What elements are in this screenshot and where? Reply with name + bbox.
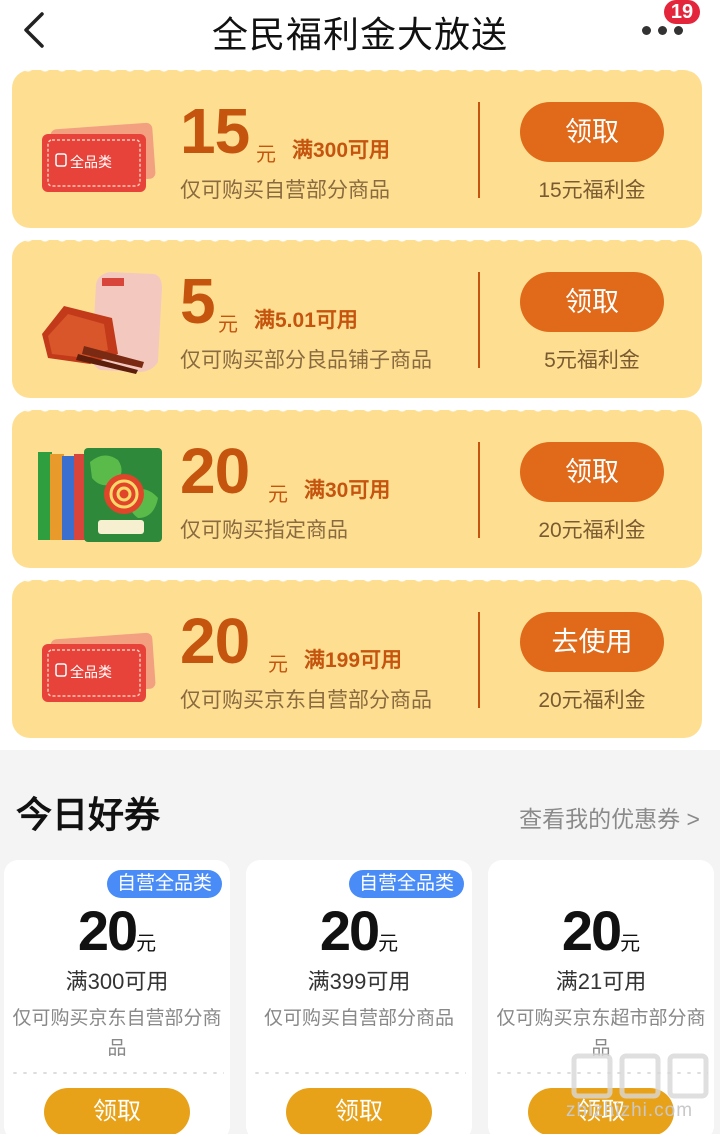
ticket-label: 全品类 [70,664,112,681]
coupon-value-label: 5元福利金 [544,349,640,372]
view-my-coupons-link[interactable]: 查看我的优惠券 > [519,800,700,834]
section-title: 今日好券 [16,794,161,835]
card-divider [478,612,480,708]
coupon-unit: 元 [268,654,288,676]
coupon-value-label: 20元福利金 [538,689,646,712]
coupon-condition: 满5.01可用 [254,309,358,332]
coupon-amount: 20 [180,605,250,677]
coupon-card: 全品类 20 元 满199可用 仅可购买京东自营部分商品 去使用 20元福利金 [12,580,702,738]
coupon-condition: 满199可用 [304,649,403,672]
dotted-divider [252,1072,466,1074]
category-ticket-image: 全品类 [42,632,156,702]
coupon-unit: 元 [256,144,276,166]
page-title: 全民福利金大放送 [211,14,508,55]
coupon-condition: 满300可用 [292,139,391,162]
coupon-condition: 满21可用 [555,969,647,994]
coupon-description: 仅可购买自营部分商品 [263,1008,454,1029]
coupon-value-label: 15元福利金 [538,179,646,202]
coupon-card: 全品类 15 元 满300可用 仅可购买自营部分商品 领取 15元福利金 [12,70,702,228]
use-button[interactable]: 去使用 [520,612,664,672]
coupon-value: 20元 [246,898,472,963]
category-ticket-image: 全品类 [42,122,156,192]
claim-button[interactable]: 领取 [44,1088,190,1134]
coupon-description: 仅可购买指定商品 [180,519,348,542]
top-nav-bar: 全民福利金大放送 19 [0,0,720,72]
coupon-amount: 20 [561,899,622,962]
welfare-coupon-list: 全品类 15 元 满300可用 仅可购买自营部分商品 领取 15元福利金 5 元… [0,70,720,750]
claim-button[interactable]: 领取 [520,102,664,162]
coupon-unit: 元 [268,484,288,506]
coupon-value: 20元 [488,898,714,963]
coupon-description: 仅可购买自营部分商品 [180,179,390,202]
notification-badge: 19 [664,0,700,24]
coupon-card: 20 元 满30可用 仅可购买指定商品 领取 20元福利金 [12,410,702,568]
today-coupon-card: 自营全品类 20元 满399可用 仅可购买自营部分商品 领取 [246,860,472,1134]
coupon-description: 仅可购买京东自营部分商品 [180,689,432,712]
coupon-amount: 5 [180,265,216,337]
category-tag: 自营全品类 [348,870,464,898]
coupon-condition: 满300可用 [65,969,169,994]
coupon-value: 20元 [4,898,230,963]
coupon-unit: 元 [218,314,238,336]
snack-product-image [42,272,162,374]
claim-button[interactable]: 领取 [520,272,664,332]
coupon-value-label: 20元福利金 [538,519,646,542]
coupon-amount: 20 [180,435,250,507]
claim-button[interactable]: 领取 [520,442,664,502]
card-divider [478,102,480,198]
coupon-amount: 15 [180,95,250,167]
coupon-unit: 元 [136,933,157,955]
watermark-text: zhizhizhi.com [566,1100,694,1121]
claim-button[interactable]: 领取 [286,1088,432,1134]
coupon-condition: 满399可用 [307,969,411,994]
card-divider [478,272,480,368]
ticket-label: 全品类 [70,154,112,171]
coupon-card: 5 元 满5.01可用 仅可购买部分良品铺子商品 领取 5元福利金 [12,240,702,398]
book-set-image [38,448,162,542]
card-divider [478,442,480,538]
coupon-amount: 20 [319,899,380,962]
coupon-amount: 20 [77,899,138,962]
coupon-unit: 元 [620,933,641,955]
coupon-description: 仅可购买部分良品铺子商品 [180,349,432,372]
today-coupons-header: 今日好券 查看我的优惠券 > [0,750,720,860]
coupon-condition: 满30可用 [304,479,391,502]
category-tag: 自营全品类 [106,870,222,898]
dotted-divider [10,1072,224,1074]
today-coupon-card: 自营全品类 20元 满300可用 仅可购买京东自营部分商品 领取 [4,860,230,1134]
coupon-unit: 元 [378,933,399,955]
coupon-description: 仅可购买京东自营部分商品 [12,1008,222,1059]
